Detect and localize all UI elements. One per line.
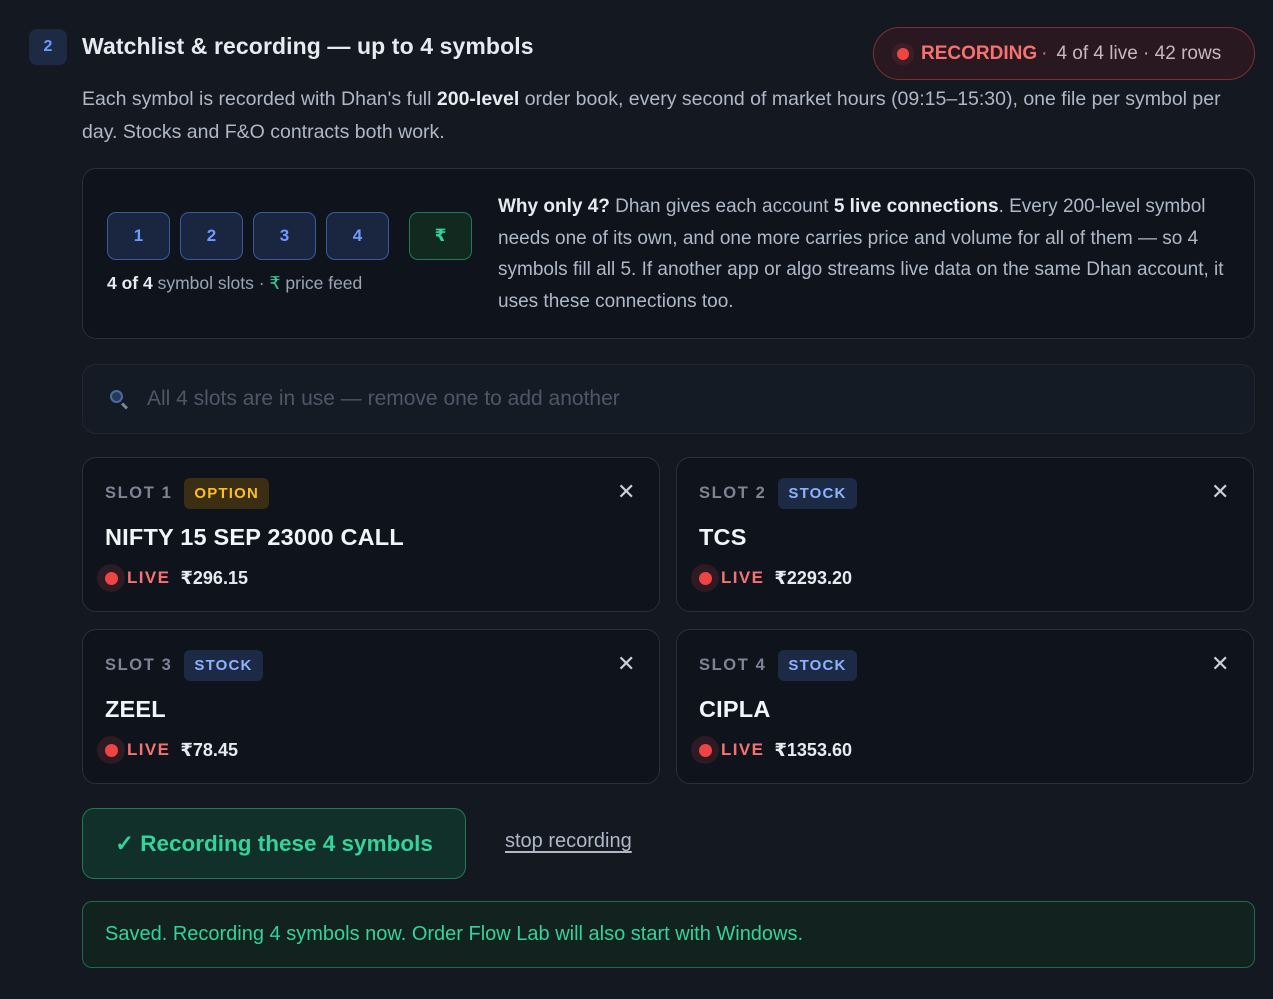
slots-caption: 4 of 4 symbol slots · ₹ price feed xyxy=(107,273,363,293)
live-status: LIVE ₹296.15 xyxy=(97,564,248,592)
live-label: LIVE xyxy=(721,568,765,587)
last-price: ₹2293.20 xyxy=(774,567,852,588)
symbol-name: TCS xyxy=(699,524,747,550)
stop-recording-link[interactable]: stop recording xyxy=(505,830,632,853)
saved-confirmation-banner: Saved. Recording 4 symbols now. Order Fl… xyxy=(82,901,1255,968)
live-dot-icon xyxy=(97,736,125,764)
symbol-name: NIFTY 15 SEP 23000 CALL xyxy=(105,524,404,550)
slot-chip-3: 3 xyxy=(253,212,316,260)
remove-slot-icon[interactable]: ✕ xyxy=(617,653,635,675)
live-label: LIVE xyxy=(127,740,171,759)
search-input[interactable] xyxy=(147,387,1147,411)
slot-label: SLOT 3 xyxy=(105,656,173,674)
remove-slot-icon[interactable]: ✕ xyxy=(617,481,635,503)
search-icon xyxy=(109,389,129,410)
instrument-type-badge: STOCK xyxy=(778,478,857,509)
instrument-type-badge: STOCK xyxy=(184,650,263,681)
live-dot-icon xyxy=(97,564,125,592)
watchlist-section: 2 Watchlist & recording — up to 4 symbol… xyxy=(0,0,1273,999)
live-label: LIVE xyxy=(721,740,765,759)
slot-chip-1: 1 xyxy=(107,212,170,260)
step-number-badge: 2 xyxy=(29,29,67,65)
slot-card-3: SLOT 3 STOCK ✕ ZEEL LIVE ₹78.45 xyxy=(82,629,660,784)
live-status: LIVE ₹2293.20 xyxy=(691,564,852,592)
slot-chip-4: 4 xyxy=(326,212,389,260)
recording-label: RECORDING xyxy=(921,42,1038,64)
slot-label: SLOT 1 xyxy=(105,484,173,502)
slot-card-2: SLOT 2 STOCK ✕ TCS LIVE ₹2293.20 xyxy=(676,457,1254,612)
section-description: Each symbol is recorded with Dhan's full… xyxy=(82,88,1221,143)
slot-card-4: SLOT 4 STOCK ✕ CIPLA LIVE ₹1353.60 xyxy=(676,629,1254,784)
section-title: Watchlist & recording — up to 4 symbols xyxy=(82,33,534,59)
symbol-search[interactable] xyxy=(82,364,1255,434)
live-dot-icon xyxy=(691,564,719,592)
recording-meta: 4 of 4 live · 42 rows xyxy=(1056,42,1222,64)
price-feed-chip: ₹ xyxy=(409,212,472,260)
slot-chip-2: 2 xyxy=(180,212,243,260)
live-dot-icon xyxy=(691,736,719,764)
remove-slot-icon[interactable]: ✕ xyxy=(1211,481,1229,503)
recording-separator: · xyxy=(1041,42,1048,64)
instrument-type-badge: OPTION xyxy=(184,478,270,509)
slot-card-1: SLOT 1 OPTION ✕ NIFTY 15 SEP 23000 CALL … xyxy=(82,457,660,612)
remove-slot-icon[interactable]: ✕ xyxy=(1211,653,1229,675)
symbol-name: CIPLA xyxy=(699,696,771,722)
live-status: LIVE ₹1353.60 xyxy=(691,736,852,764)
live-status: LIVE ₹78.45 xyxy=(97,736,238,764)
symbol-name: ZEEL xyxy=(105,696,166,722)
live-label: LIVE xyxy=(127,568,171,587)
slots-info-card: 1 2 3 4 ₹ 4 of 4 symbol slots · ₹ price … xyxy=(82,168,1255,339)
recording-confirm-button[interactable]: ✓ Recording these 4 symbols xyxy=(82,808,466,879)
last-price: ₹296.15 xyxy=(180,567,248,588)
why-only-4-explainer: Why only 4? Dhan gives each account 5 li… xyxy=(498,196,1224,313)
recording-dot-icon xyxy=(892,42,914,65)
slot-label: SLOT 2 xyxy=(699,484,767,502)
last-price: ₹1353.60 xyxy=(774,739,852,760)
recording-status-pill: RECORDING · 4 of 4 live · 42 rows xyxy=(873,27,1255,80)
last-price: ₹78.45 xyxy=(180,739,238,760)
instrument-type-badge: STOCK xyxy=(778,650,857,681)
slot-label: SLOT 4 xyxy=(699,656,767,674)
